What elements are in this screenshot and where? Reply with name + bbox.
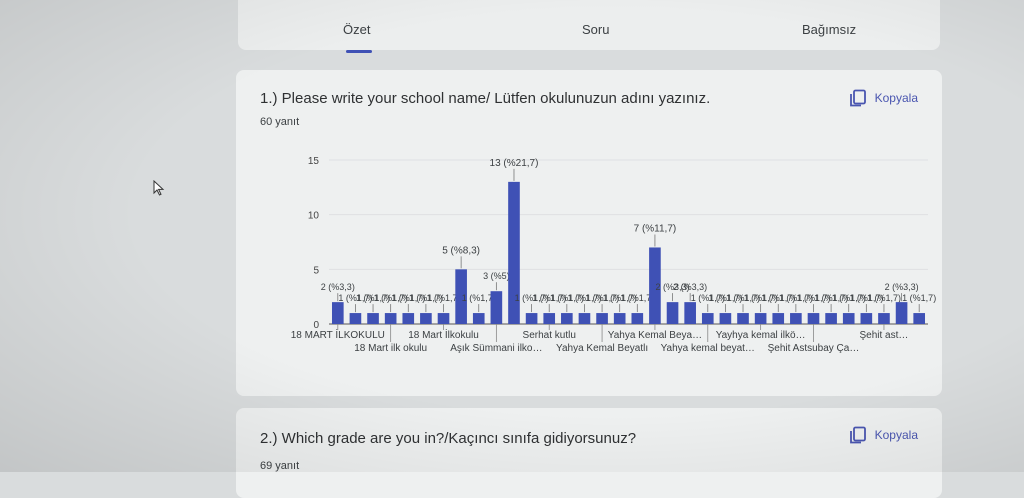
x-tick-label: Şehit Astsubay Ça… <box>768 343 860 354</box>
x-tick-label: Yahya Kemal Beya… <box>608 330 702 341</box>
bar <box>613 313 626 324</box>
data-label: 2 (%3,3) <box>321 282 355 292</box>
question-title: 1.) Please write your school name/ Lütfe… <box>260 90 711 107</box>
bar <box>331 302 344 324</box>
copy-button-label: Kopyala <box>874 91 918 105</box>
tab-summary[interactable]: Özet <box>343 22 370 37</box>
response-count: 60 yanıt <box>260 116 300 128</box>
bar <box>349 313 362 324</box>
bar <box>790 313 802 324</box>
data-label: 3 (%5) <box>483 271 510 281</box>
tab-question[interactable]: Soru <box>582 22 609 37</box>
data-label: 2 (%3,3) <box>673 282 707 292</box>
y-tick-label: 5 <box>313 265 319 276</box>
question-card-1: 1.) Please write your school name/ Lütfe… <box>236 70 942 396</box>
data-label: 7 (%11,7) <box>634 223 677 234</box>
x-tick-label: Yahya kemal beyat… <box>661 343 755 354</box>
copy-button[interactable]: Kopyala <box>849 89 918 107</box>
bar <box>472 313 485 324</box>
x-tick-label: 18 Mart İlkokulu <box>408 328 479 341</box>
data-label: 2 (%3,3) <box>885 282 919 292</box>
tab-individual[interactable]: Bağımsız <box>802 22 856 37</box>
response-count: 69 yanıt <box>260 460 300 472</box>
bar <box>701 313 714 324</box>
x-tick-label: 18 Mart ilk okulu <box>354 343 427 354</box>
bar <box>860 313 873 324</box>
copy-button[interactable]: Kopyala <box>849 426 918 444</box>
data-label: 5 (%8,3) <box>442 245 480 256</box>
data-label: 1 (%1,7) <box>902 293 936 303</box>
bar <box>367 313 379 324</box>
active-tab-indicator <box>346 50 372 53</box>
x-tick-label: 18 MART İLKOKULU <box>291 328 385 341</box>
bar <box>825 313 837 324</box>
question-card-2: 2.) Which grade are you in?/Kaçıncı sını… <box>236 408 942 498</box>
bar <box>719 313 732 324</box>
copy-icon <box>849 89 866 107</box>
bar <box>543 313 556 324</box>
bar <box>402 313 415 324</box>
bar <box>842 313 855 324</box>
bar <box>420 313 432 324</box>
bar <box>684 302 696 324</box>
bar <box>737 313 749 324</box>
bar <box>437 313 450 324</box>
y-tick-label: 15 <box>308 156 320 167</box>
bar <box>525 313 538 324</box>
bar <box>807 313 820 324</box>
bar <box>666 302 679 324</box>
question-title: 2.) Which grade are you in?/Kaçıncı sını… <box>260 430 637 447</box>
bar <box>772 313 785 324</box>
bar <box>596 313 608 324</box>
bar <box>913 313 926 324</box>
bar <box>754 313 767 324</box>
y-tick-label: 10 <box>308 211 320 222</box>
x-tick-label: Yahya Kemal Beyatlı <box>556 343 648 354</box>
copy-icon <box>849 426 866 444</box>
bar <box>578 313 591 324</box>
data-label: 1 (%1,7) <box>867 293 901 303</box>
copy-button-label: Kopyala <box>874 428 918 442</box>
x-tick-label: Şehit ast… <box>859 330 908 341</box>
data-label: 13 (%21,7) <box>490 158 539 169</box>
bar <box>384 313 397 324</box>
response-bar-chart: 0510152 (%3,3)1 (%1,7)1 (%1,7)1 (%1,7)1 … <box>291 156 936 354</box>
mouse-cursor-icon <box>153 180 165 196</box>
response-tabs-bar: Özet Soru Bağımsız <box>238 0 940 50</box>
bar <box>878 313 890 324</box>
bar <box>490 291 503 324</box>
bar <box>895 302 908 324</box>
bar <box>561 313 573 324</box>
x-tick-label: Aşık Sümmani ilko… <box>450 343 542 354</box>
x-tick-label: Serhat kutlu <box>523 330 576 341</box>
x-tick-label: Yayhya kemal ilkö… <box>716 330 806 341</box>
bar <box>631 313 644 324</box>
